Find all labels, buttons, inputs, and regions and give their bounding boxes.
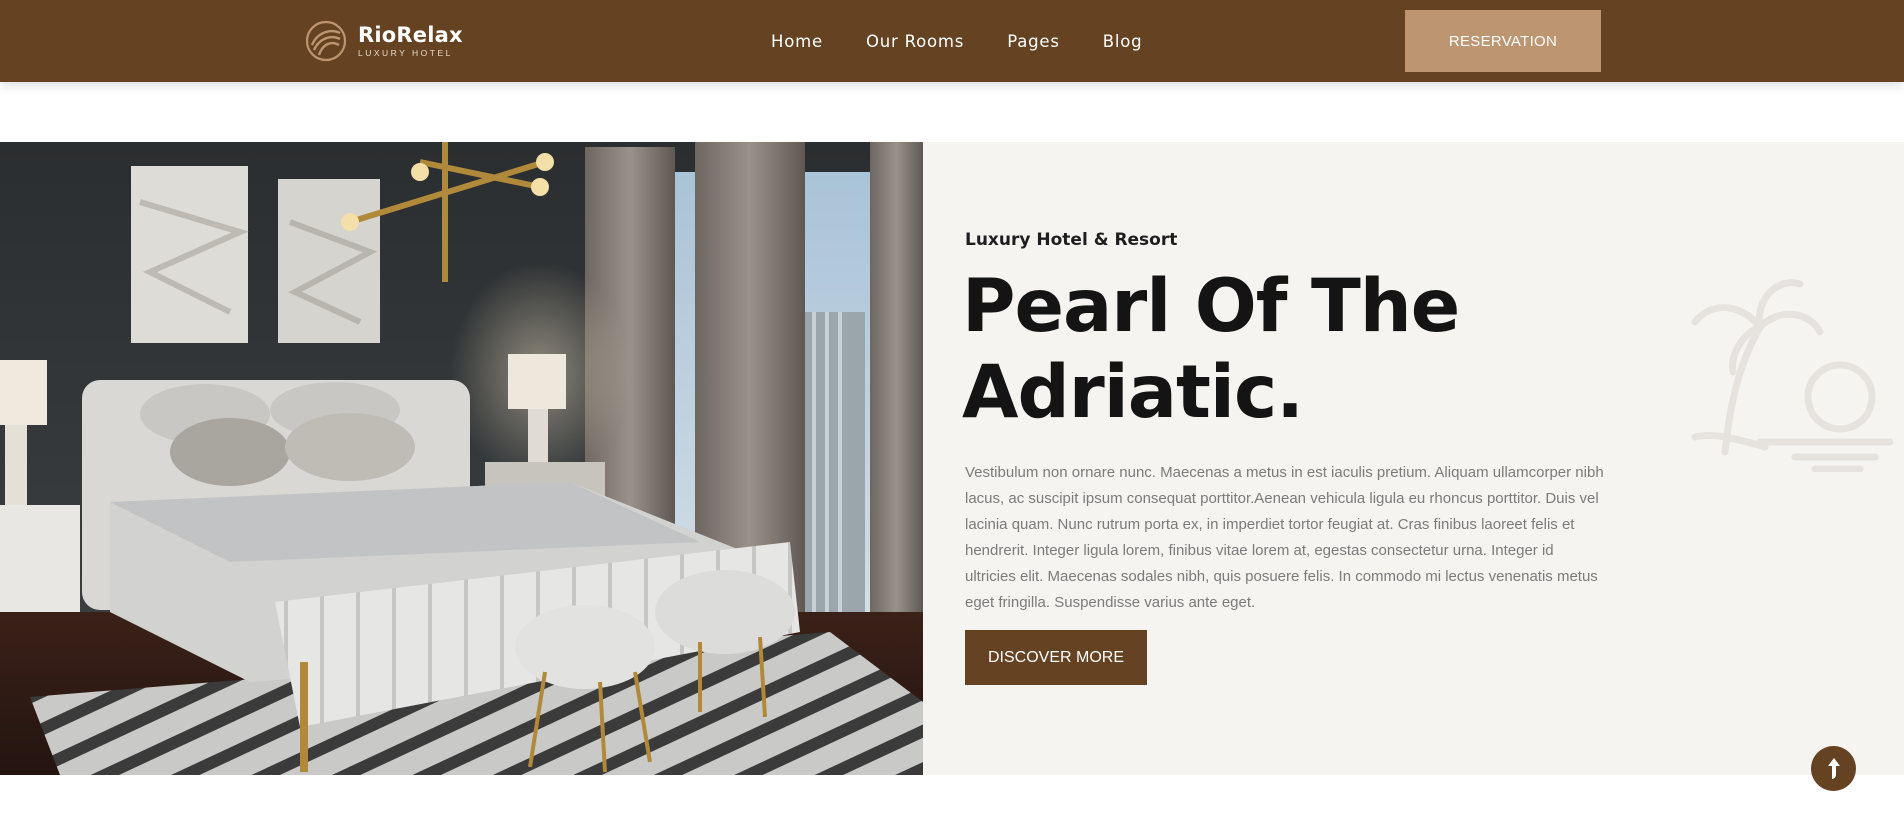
hero-bedroom-image [0,142,923,775]
discover-more-button[interactable]: DISCOVER MORE [965,630,1147,685]
nav-blog[interactable]: Blog [1103,32,1143,51]
site-header: RioRelax LUXURY HOTEL Home Our Rooms Pag… [0,0,1904,82]
main-nav: Home Our Rooms Pages Blog [771,0,1142,82]
scroll-to-top-button[interactable] [1811,746,1856,791]
brand-logo[interactable]: RioRelax LUXURY HOTEL [304,17,463,65]
brand-text: RioRelax LUXURY HOTEL [358,23,463,59]
hero-title-line-1: Pearl Of The [962,264,1460,349]
wave-palm-logo-icon [305,20,347,62]
reservation-button[interactable]: RESERVATION [1405,10,1601,72]
nav-home[interactable]: Home [771,32,823,51]
arrow-up-icon [1827,757,1840,779]
hero-description: Vestibulum non ornare nunc. Maecenas a m… [965,464,1604,611]
hero-title: Pearl Of The Adriatic. [962,264,1602,436]
brand-tagline: LUXURY HOTEL [358,48,453,58]
brand-name: RioRelax [358,23,463,47]
hero-eyebrow: Luxury Hotel & Resort [965,230,1178,250]
hero-section: Luxury Hotel & Resort Pearl Of The Adria… [0,142,1904,775]
nav-our-rooms[interactable]: Our Rooms [866,32,964,51]
hero-title-line-2: Adriatic. [962,350,1304,435]
palm-sunset-icon [1691,279,1894,472]
nav-pages[interactable]: Pages [1007,32,1060,51]
